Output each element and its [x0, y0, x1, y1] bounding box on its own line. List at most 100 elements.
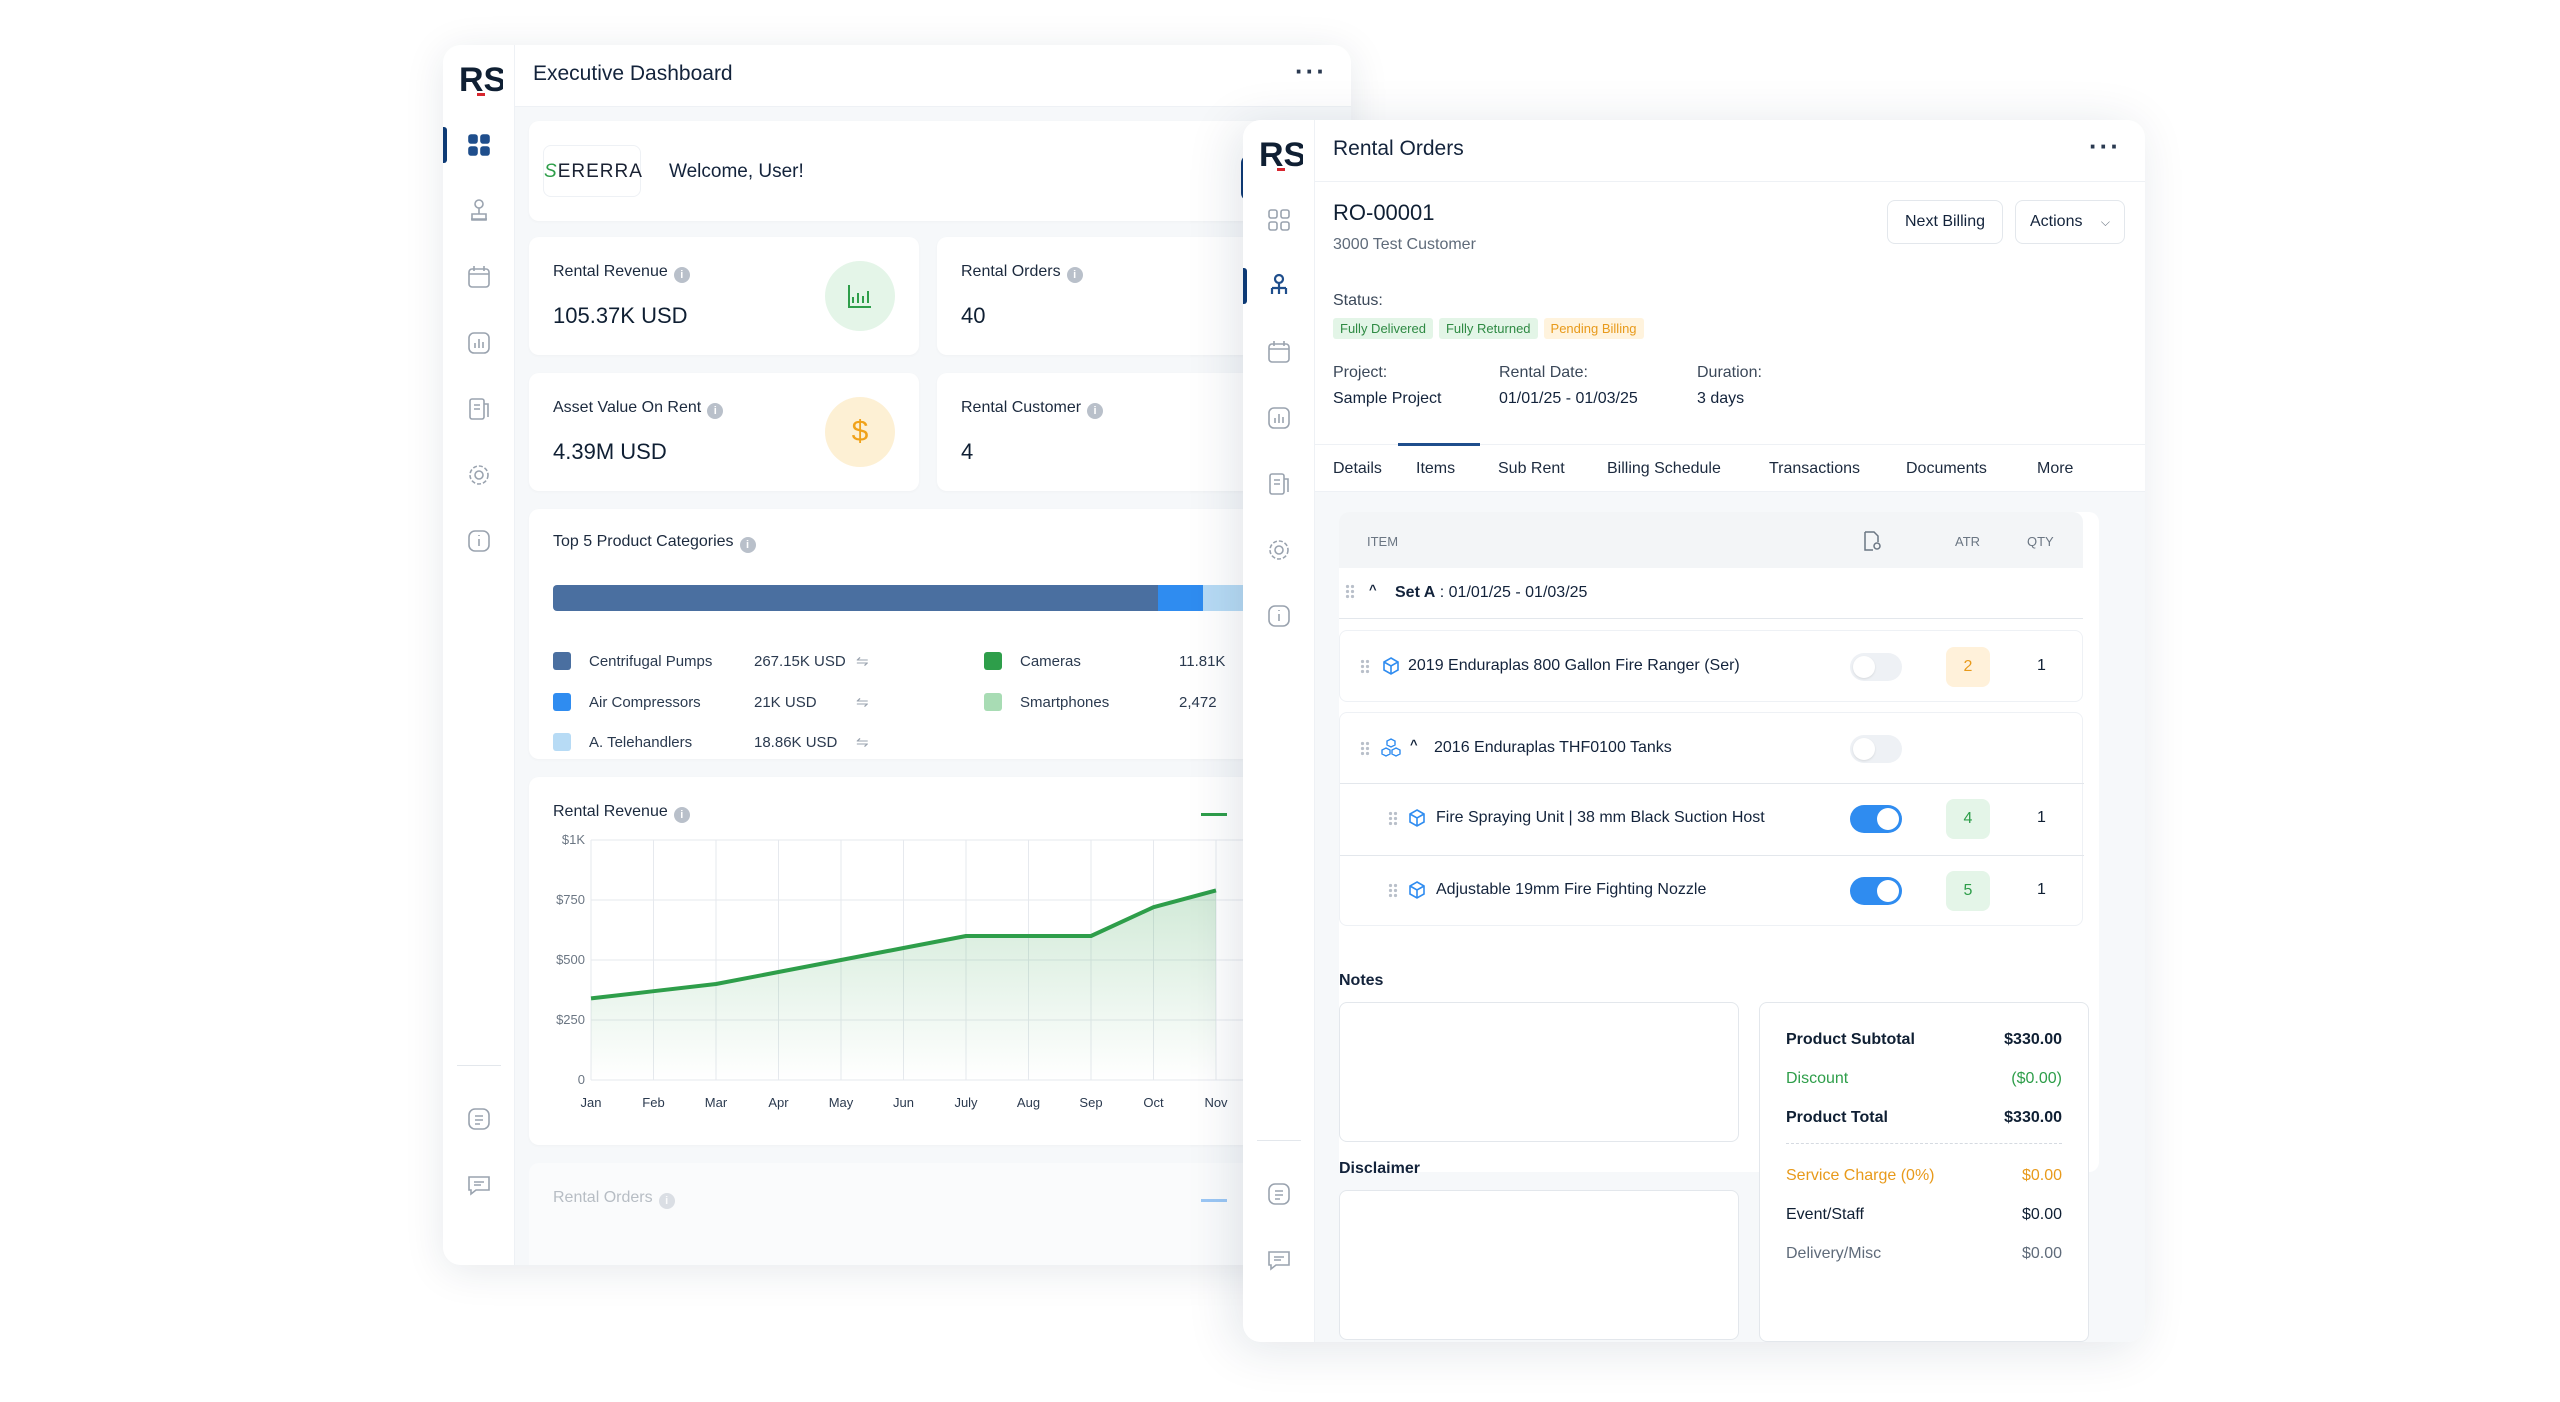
disclaimer-label: Disclaimer: [1339, 1160, 1420, 1177]
documents-icon[interactable]: [457, 387, 501, 431]
info-icon[interactable]: i: [1087, 403, 1104, 419]
active-indicator: [443, 127, 447, 163]
dashboard-header: Executive Dashboard ···: [515, 45, 1351, 107]
summary-row: Delivery/Misc $0.00: [1786, 1245, 2062, 1263]
next-billing-button[interactable]: Next Billing: [1887, 200, 2003, 244]
divider: [1339, 618, 2083, 619]
tab-billing-schedule[interactable]: Billing Schedule: [1607, 460, 1721, 478]
chat-icon[interactable]: [1257, 1238, 1301, 1282]
info-icon[interactable]: i: [658, 1193, 675, 1209]
summary-value: $0.00: [2021, 1167, 2062, 1184]
drag-handle[interactable]: [1345, 584, 1355, 600]
toggle-switch[interactable]: [1850, 653, 1902, 681]
product-cube-icon: [1409, 809, 1425, 827]
x-tick-label: Aug: [1017, 1095, 1040, 1110]
billing-icon[interactable]: [1257, 1172, 1301, 1216]
dashboard-content: SERERRA Welcome, User! Rental Revenue i 1…: [515, 107, 1351, 1265]
kpi-value: 40: [961, 303, 986, 328]
dashboard-window: RS Executive Dashboard ··· SERERRA Welco…: [443, 45, 1351, 1265]
org-icon[interactable]: [457, 189, 501, 233]
x-tick-label: Feb: [642, 1095, 664, 1110]
drag-handle[interactable]: [1388, 811, 1398, 827]
chevron-down-icon: ⌵: [2100, 215, 2110, 229]
x-tick-label: May: [829, 1095, 854, 1110]
item-name: Fire Spraying Unit | 38 mm Black Suction…: [1436, 809, 1765, 826]
more-menu-icon[interactable]: ···: [1295, 58, 1327, 84]
tab-transactions[interactable]: Transactions: [1769, 460, 1860, 478]
tab-documents[interactable]: Documents: [1906, 460, 1987, 478]
summary-label: Delivery/Misc: [1786, 1245, 1882, 1262]
kit-group: ^ 2016 Enduraplas THF0100 Tanks Fire Spr…: [1339, 712, 2084, 926]
tab-more[interactable]: More: [2037, 460, 2073, 478]
calendar-icon[interactable]: [457, 255, 501, 299]
col-atr: ATR: [1955, 534, 1981, 549]
set-label: Set A: [1395, 584, 1436, 601]
info-icon[interactable]: [1257, 594, 1301, 638]
actions-dropdown[interactable]: Actions ⌵: [2015, 200, 2125, 244]
qty-value: 1: [2037, 809, 2046, 826]
atr-badge: 4: [1946, 799, 1990, 839]
tab-details[interactable]: Details: [1333, 460, 1382, 478]
kpi-label: Asset Value On Rent: [553, 399, 702, 416]
y-tick-label: $500: [556, 952, 585, 967]
info-icon[interactable]: [457, 519, 501, 563]
legend-label: Air Compressors: [589, 694, 701, 711]
table-row[interactable]: 2019 Enduraplas 800 Gallon Fire Ranger (…: [1339, 630, 2083, 702]
rental-date-label: Rental Date:: [1499, 364, 1588, 381]
settings-icon[interactable]: [457, 453, 501, 497]
active-indicator: [1243, 268, 1247, 304]
y-tick-label: $1K: [562, 832, 585, 847]
x-tick-label: Jun: [893, 1095, 914, 1110]
tab-sub-rent[interactable]: Sub Rent: [1498, 460, 1565, 478]
more-menu-icon[interactable]: ···: [2089, 133, 2121, 159]
welcome-card: SERERRA Welcome, User!: [529, 121, 1351, 221]
kpi-asset-value: Asset Value On Rent i 4.39M USD $: [529, 373, 919, 491]
settings-icon[interactable]: [1257, 528, 1301, 572]
dashboard-icon[interactable]: [457, 123, 501, 167]
kpi-value: 4.39M USD: [553, 439, 667, 464]
reports-icon[interactable]: [1257, 396, 1301, 440]
summary-label: Product Total: [1786, 1109, 1888, 1126]
bar-segment[interactable]: [1158, 585, 1203, 611]
toggle-switch[interactable]: [1850, 805, 1902, 833]
transfer-icon[interactable]: ⇋: [856, 652, 869, 670]
y-tick-label: 0: [578, 1072, 585, 1087]
drag-handle[interactable]: [1360, 741, 1370, 757]
notes-textarea[interactable]: [1339, 1002, 1739, 1142]
kpi-label: Rental Orders: [961, 263, 1061, 280]
toggle-switch[interactable]: [1850, 735, 1902, 763]
item-name: 2016 Enduraplas THF0100 Tanks: [1434, 739, 1672, 756]
legend-value: 11.81K: [1179, 653, 1226, 670]
chevron-up-icon[interactable]: ^: [1369, 582, 1377, 597]
legend-value: 2,472: [1179, 694, 1217, 711]
toggle-switch[interactable]: [1850, 877, 1902, 905]
bar-segment[interactable]: [553, 585, 1158, 611]
kpi-label: Rental Customer: [961, 399, 1082, 416]
file-settings-icon[interactable]: [1861, 530, 1883, 552]
info-icon[interactable]: i: [1066, 267, 1083, 283]
info-icon[interactable]: i: [707, 403, 724, 419]
kit-cubes-icon: [1381, 738, 1401, 757]
drag-handle[interactable]: [1360, 659, 1370, 675]
disclaimer-textarea[interactable]: [1339, 1190, 1739, 1340]
org-icon[interactable]: [1257, 264, 1301, 308]
qty-value: 1: [2037, 657, 2046, 674]
reports-icon[interactable]: [457, 321, 501, 365]
summary-row: Service Charge (0%) $0.00: [1786, 1167, 2062, 1185]
page-title: Rental Orders: [1333, 137, 1464, 160]
calendar-icon[interactable]: [1257, 330, 1301, 374]
transfer-icon[interactable]: ⇋: [856, 693, 869, 711]
documents-icon[interactable]: [1257, 462, 1301, 506]
brand-logo: SERERRA: [543, 145, 642, 197]
chevron-up-icon[interactable]: ^: [1410, 737, 1418, 752]
info-icon[interactable]: i: [673, 267, 690, 283]
drag-handle[interactable]: [1388, 883, 1398, 899]
chat-icon[interactable]: [457, 1163, 501, 1207]
sidebar: RS: [443, 45, 515, 1265]
info-icon[interactable]: i: [739, 537, 756, 553]
transfer-icon[interactable]: ⇋: [856, 733, 869, 751]
status-label: Status:: [1333, 292, 1383, 309]
billing-icon[interactable]: [457, 1097, 501, 1141]
dashboard-icon[interactable]: [1257, 198, 1301, 242]
tab-items[interactable]: Items: [1416, 460, 1455, 478]
